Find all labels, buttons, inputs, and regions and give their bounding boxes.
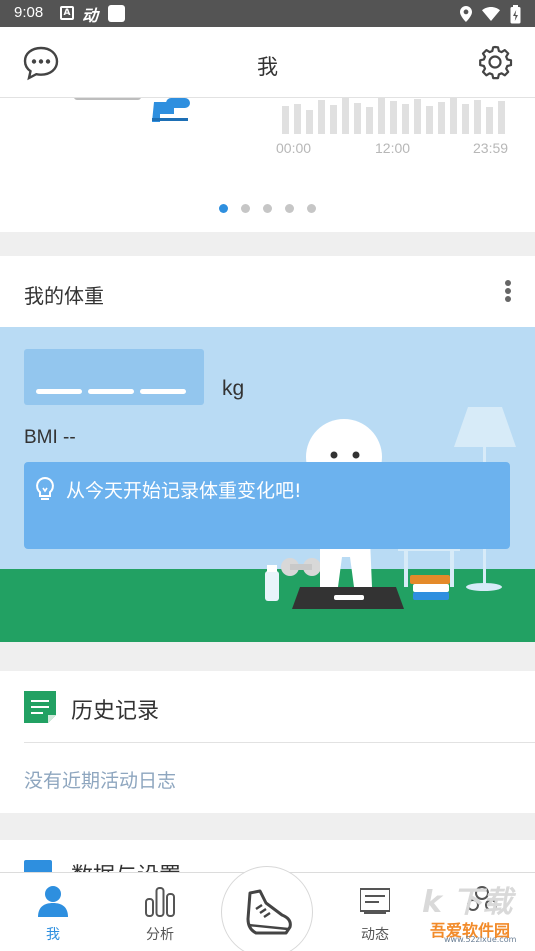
tip-text: 从今天开始记录体重变化吧! xyxy=(66,480,302,502)
battery-charging-icon xyxy=(510,4,521,23)
weight-scene[interactable]: kg BMI -- 从今天开始记录体重变化吧! xyxy=(0,327,535,642)
page-title: 我 xyxy=(257,55,278,79)
status-icons xyxy=(460,4,521,24)
page-indicator xyxy=(0,204,535,213)
activity-illustration xyxy=(74,98,190,122)
square-icon xyxy=(108,5,125,22)
watermark-sub: www.52zixue.com xyxy=(444,935,517,944)
page-dot-5[interactable] xyxy=(307,204,316,213)
page-dot-4[interactable] xyxy=(285,204,294,213)
status-bar: 9:08 A 动 xyxy=(0,0,535,27)
page-dot-1[interactable] xyxy=(219,204,228,213)
bottom-nav: 我 分析 动态 k 下载 吾爱软件园 www.52zixue.com xyxy=(0,866,535,951)
weight-unit: kg xyxy=(222,377,245,400)
nav-label-analysis: 分析 xyxy=(146,927,174,943)
axis-label-start: 00:00 xyxy=(276,140,312,156)
person-icon xyxy=(38,886,68,917)
gear-icon xyxy=(479,45,513,80)
weight-card-title: 我的体重 xyxy=(24,284,104,308)
watermark-big: k 下载 xyxy=(422,885,513,920)
app-header: 我 xyxy=(0,27,535,98)
lightbulb-icon xyxy=(36,476,54,500)
history-card[interactable]: 历史记录 没有近期活动日志 xyxy=(0,671,535,813)
nav-label-me: 我 xyxy=(46,927,60,943)
divider xyxy=(24,742,535,743)
settings-button[interactable] xyxy=(477,44,513,80)
location-icon xyxy=(460,6,472,22)
weight-card[interactable]: 我的体重 kg BMI -- 从今天开始记录体重变化吧! xyxy=(0,256,535,642)
page-dot-3[interactable] xyxy=(263,204,272,213)
bmi-value: BMI -- xyxy=(24,427,76,448)
a-box-icon: A xyxy=(60,6,74,20)
nav-item-me[interactable]: 我 xyxy=(8,873,98,951)
page-dot-2[interactable] xyxy=(241,204,250,213)
more-options-button[interactable] xyxy=(501,278,515,308)
nav-item-activity[interactable] xyxy=(221,866,313,951)
status-time: 9:08 xyxy=(14,4,44,21)
bar-chart-icon xyxy=(145,887,175,917)
nav-item-analysis[interactable]: 分析 xyxy=(115,873,205,951)
summary-carousel[interactable]: 00:00 12:00 23:59 xyxy=(0,98,535,232)
history-empty-text: 没有近期活动日志 xyxy=(24,770,177,792)
tip-banner[interactable]: 从今天开始记录体重变化吧! xyxy=(24,462,510,549)
more-vertical-icon xyxy=(505,280,511,286)
weight-value-placeholder xyxy=(24,349,204,405)
document-icon xyxy=(24,691,56,723)
axis-label-end: 23:59 xyxy=(473,140,509,156)
dong-icon: 动 xyxy=(82,6,99,25)
watermark: k 下载 吾爱软件园 www.52zixue.com xyxy=(404,875,529,945)
axis-label-mid: 12:00 xyxy=(375,140,411,156)
shoe-icon xyxy=(246,889,292,935)
feed-icon xyxy=(360,888,390,914)
wifi-icon xyxy=(482,7,500,21)
activity-bars xyxy=(282,98,510,134)
history-title: 历史记录 xyxy=(71,699,160,724)
